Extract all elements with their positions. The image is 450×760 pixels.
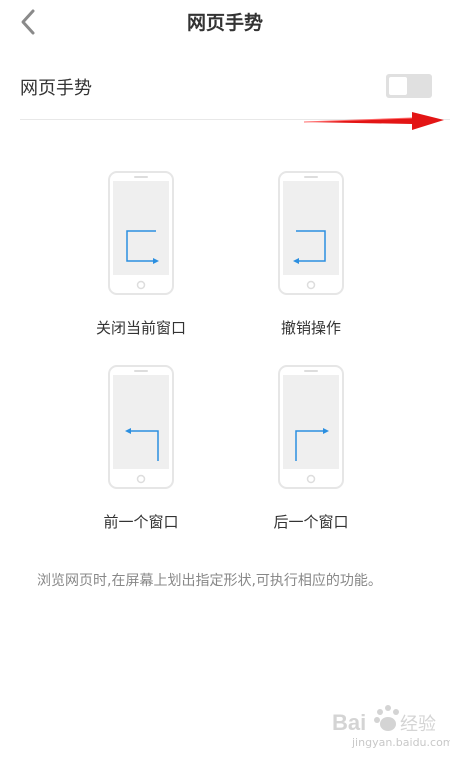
phone-previous-window-icon (108, 365, 174, 489)
header-bar: 网页手势 (0, 0, 450, 44)
web-gesture-toggle[interactable] (386, 74, 432, 98)
gesture-previous-window: 前一个窗口 (56, 365, 226, 545)
svg-text:经验: 经验 (400, 714, 436, 735)
watermark-url: jingyan.baidu.com (352, 736, 450, 749)
toggle-knob (389, 77, 407, 95)
gesture-undo: 撤销操作 (226, 171, 396, 351)
gesture-settings-page: 网页手势 网页手势 关闭当前窗口 撤销操作 前一个窗口 后一个窗口 浏览网页时,… (0, 0, 450, 760)
gesture-label: 撤销操作 (280, 319, 341, 337)
page-title: 网页手势 (186, 12, 263, 34)
gesture-description: 浏览网页时,在屏幕上划出指定形状,可执行相应的功能。 (37, 573, 382, 589)
phone-close-window-icon (108, 171, 174, 295)
svg-text:Bai: Bai (332, 710, 366, 735)
web-gesture-label: 网页手势 (20, 78, 92, 99)
red-arrow-annotation (303, 112, 444, 130)
gesture-label: 前一个窗口 (103, 513, 179, 531)
web-gesture-setting-row: 网页手势 (20, 64, 434, 108)
phone-next-window-icon (278, 365, 344, 489)
phone-undo-icon (278, 171, 344, 295)
gesture-close-window: 关闭当前窗口 (56, 171, 226, 351)
gesture-label: 后一个窗口 (273, 513, 349, 531)
gesture-label: 关闭当前窗口 (95, 319, 186, 337)
gesture-next-window: 后一个窗口 (226, 365, 396, 545)
